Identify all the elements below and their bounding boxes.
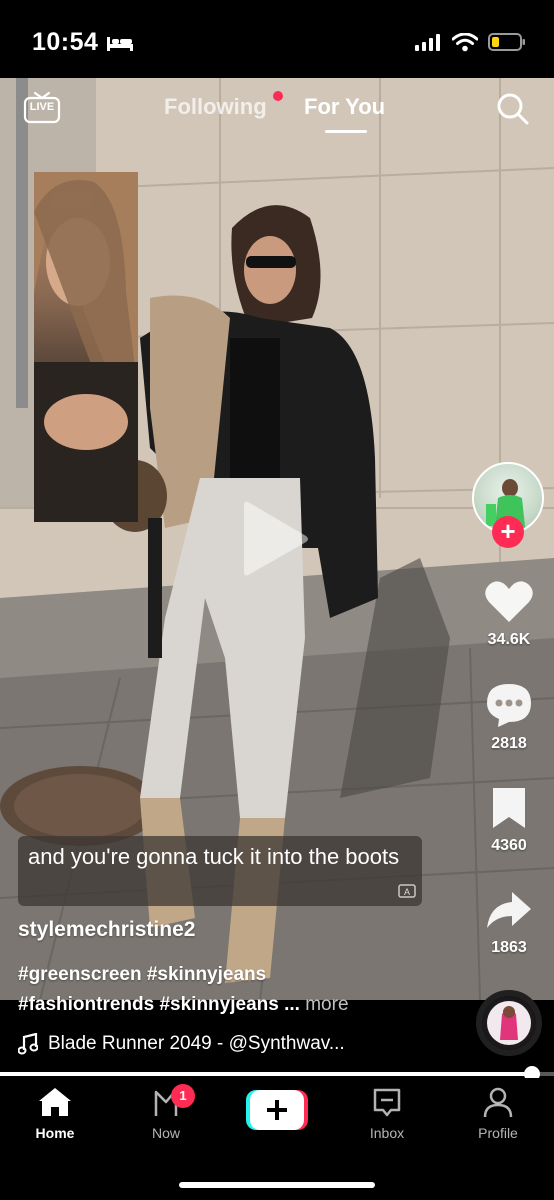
like-count: 34.6K — [487, 631, 531, 648]
nav-now[interactable]: 1 Now — [121, 1084, 211, 1141]
share-action[interactable]: 1863 — [473, 888, 545, 957]
music-disc-cover — [487, 1001, 531, 1045]
live-button[interactable]: LIVE — [22, 90, 62, 126]
comment-count: 2818 — [491, 735, 527, 752]
search-icon[interactable] — [494, 90, 530, 126]
caption-text: and you're gonna tuck it into the boots — [28, 844, 400, 869]
nav-profile[interactable]: Profile — [453, 1086, 543, 1141]
share-icon — [487, 892, 531, 928]
save-action[interactable]: 4360 — [473, 786, 545, 855]
play-icon[interactable] — [240, 496, 312, 582]
status-indicators — [414, 32, 526, 52]
hashtags-line-2-text[interactable]: #fashiontrends #skinnyjeans ... — [18, 994, 300, 1015]
nav-profile-label: Profile — [478, 1125, 518, 1141]
tab-following[interactable]: Following — [164, 94, 267, 120]
nav-home-label: Home — [35, 1125, 75, 1141]
profile-icon — [483, 1087, 513, 1118]
auto-caption: and you're gonna tuck it into the boots … — [18, 836, 422, 906]
home-indicator — [179, 1182, 375, 1188]
hashtags-line-2[interactable]: #fashiontrends #skinnyjeans ... more — [18, 990, 418, 1020]
top-nav: LIVE Following For You — [0, 78, 554, 148]
greenscreen-overlay — [34, 172, 138, 522]
nav-home[interactable]: Home — [10, 1086, 100, 1141]
save-count: 4360 — [491, 837, 527, 854]
music-info[interactable]: Blade Runner 2049 - @Synthwav... — [18, 1030, 345, 1058]
signal-icon — [415, 34, 440, 51]
wifi-icon — [452, 32, 478, 51]
creator-portrait — [34, 172, 138, 522]
heart-icon — [485, 581, 533, 622]
comment-icon — [487, 684, 531, 727]
bookmark-icon — [493, 788, 525, 828]
comment-action[interactable]: 2818 — [473, 682, 545, 753]
hashtags-line-1[interactable]: #greenscreen #skinnyjeans — [18, 960, 418, 990]
progress-fill — [0, 1072, 532, 1076]
create-button[interactable] — [246, 1090, 308, 1130]
following-notification-dot — [273, 91, 283, 101]
status-bar: 10:54 — [0, 0, 554, 78]
inbox-icon — [373, 1088, 401, 1117]
now-badge: 1 — [171, 1084, 195, 1108]
nav-inbox[interactable]: Inbox — [342, 1086, 432, 1141]
auto-caption-icon[interactable]: A — [398, 884, 416, 900]
bed-icon — [107, 37, 133, 51]
video-progress[interactable] — [0, 1066, 554, 1082]
active-tab-indicator — [325, 130, 367, 133]
home-icon — [39, 1088, 71, 1116]
status-time: 10:54 — [32, 28, 99, 56]
follow-button[interactable]: + — [492, 516, 524, 548]
author-username[interactable]: stylemechristine2 — [18, 918, 195, 942]
tab-for-you[interactable]: For You — [304, 94, 385, 120]
svg-text:A: A — [404, 887, 410, 897]
music-title: Blade Runner 2049 - @Synthwav... — [48, 1033, 345, 1054]
music-note-icon — [18, 1033, 38, 1055]
nav-now-label: Now — [151, 1125, 180, 1141]
live-label: LIVE — [29, 101, 55, 113]
nav-inbox-label: Inbox — [369, 1125, 405, 1141]
more-link[interactable]: more — [300, 994, 348, 1015]
share-count: 1863 — [491, 939, 527, 956]
music-disc[interactable] — [476, 990, 542, 1056]
like-action[interactable]: 34.6K — [473, 580, 545, 649]
battery-icon — [488, 33, 525, 51]
post-description: #greenscreen #skinnyjeans #fashiontrends… — [18, 960, 418, 1020]
